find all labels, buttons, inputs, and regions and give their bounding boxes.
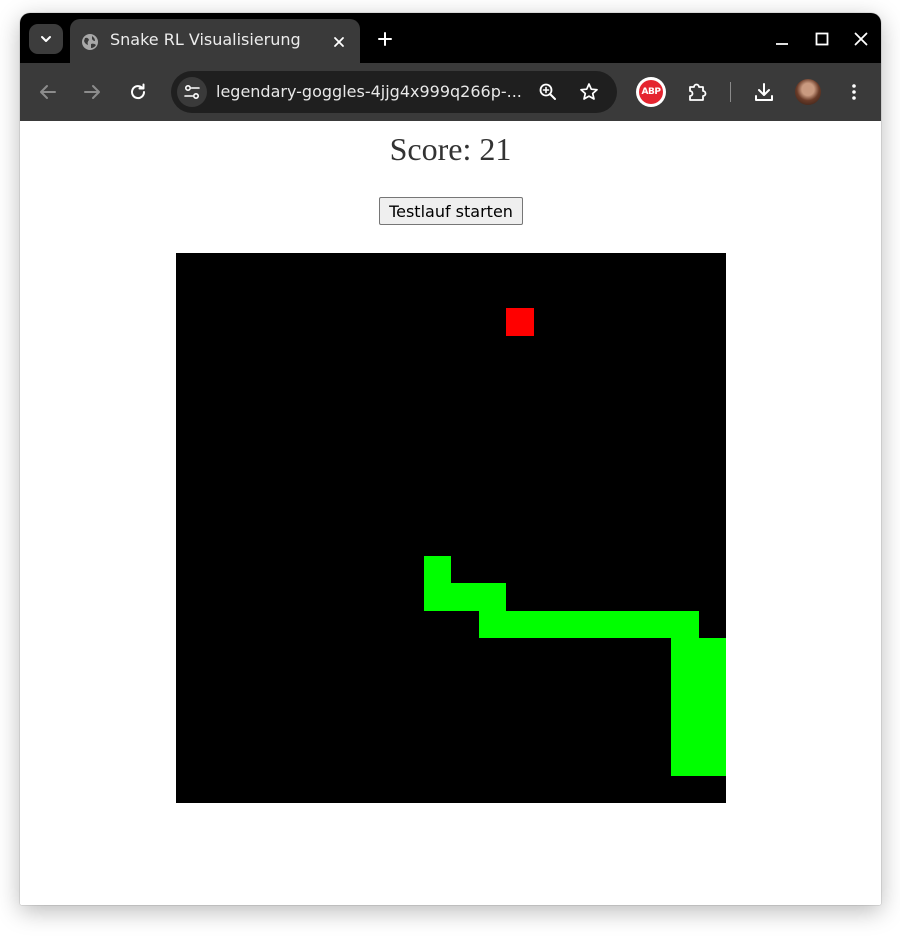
- arrow-right-icon: [84, 85, 100, 99]
- download-icon: [755, 83, 773, 101]
- snake-segment: [671, 720, 699, 748]
- site-info-button[interactable]: [177, 77, 207, 107]
- snake-segment: [506, 610, 534, 638]
- snake-segment: [698, 638, 726, 666]
- profile-avatar[interactable]: [795, 79, 821, 105]
- new-tab-button[interactable]: [372, 26, 398, 52]
- page-content: Score: 21 Testlauf starten: [20, 121, 881, 905]
- title-bar: Snake RL Visualisierung: [20, 13, 881, 63]
- food-item: [506, 308, 534, 336]
- snake-segment: [643, 610, 671, 638]
- snake-segment: [671, 665, 699, 693]
- minimize-icon: [776, 43, 788, 45]
- snake-segment: [588, 610, 616, 638]
- reload-icon: [131, 83, 146, 100]
- more-vertical-icon: [852, 84, 856, 100]
- minimize-button[interactable]: [769, 26, 795, 52]
- globe-icon: [82, 34, 98, 50]
- zoom-in-icon: [539, 83, 556, 100]
- url-text: legendary-goggles-4jjg4x999q266p-...: [216, 82, 522, 101]
- snake-segment: [671, 748, 699, 776]
- tab-title: Snake RL Visualisierung: [110, 30, 301, 49]
- address-bar[interactable]: legendary-goggles-4jjg4x999q266p-...: [171, 71, 617, 113]
- browser-toolbar: legendary-goggles-4jjg4x999q266p-... ABP: [20, 63, 881, 121]
- extensions-button[interactable]: [683, 78, 711, 106]
- close-window-button[interactable]: [848, 26, 874, 52]
- maximize-icon: [815, 32, 829, 46]
- maximize-button[interactable]: [809, 26, 835, 52]
- snake-segment: [671, 693, 699, 721]
- snake-segment: [533, 610, 561, 638]
- toolbar-separator: [730, 82, 731, 102]
- browser-tab[interactable]: Snake RL Visualisierung: [70, 19, 360, 63]
- tab-close-button[interactable]: [328, 31, 350, 53]
- tab-search-button[interactable]: [29, 24, 63, 54]
- adblock-icon: ABP: [639, 80, 663, 104]
- score-heading: Score: 21: [389, 131, 512, 167]
- adblock-label: ABP: [641, 87, 661, 97]
- close-icon: [334, 37, 344, 47]
- snake-segment: [478, 583, 506, 611]
- snake-segment: [698, 665, 726, 693]
- snake-segment: [423, 555, 451, 583]
- puzzle-icon: [689, 83, 707, 101]
- snake-segment: [671, 638, 699, 666]
- browser-window: Snake RL Visualisierung legendary-goggle…: [20, 13, 881, 905]
- snake-segment: [698, 748, 726, 776]
- snake-segment: [451, 583, 479, 611]
- bookmark-button[interactable]: [576, 79, 602, 105]
- plus-icon: [378, 32, 392, 46]
- reload-button[interactable]: [124, 78, 152, 106]
- snake-segment: [698, 720, 726, 748]
- adblock-extension-button[interactable]: ABP: [636, 77, 666, 107]
- chevron-down-icon: [41, 36, 51, 42]
- snake-segment: [478, 610, 506, 638]
- forward-button[interactable]: [78, 78, 106, 106]
- snake-segment: [698, 693, 726, 721]
- start-test-run-button[interactable]: Testlauf starten: [379, 197, 523, 225]
- back-button[interactable]: [34, 78, 62, 106]
- game-board: [176, 253, 726, 803]
- snake-segment: [423, 583, 451, 611]
- zoom-button[interactable]: [535, 79, 561, 105]
- arrow-left-icon: [40, 85, 56, 99]
- tune-icon: [184, 84, 200, 100]
- snake-segment: [561, 610, 589, 638]
- snake-segment: [671, 610, 699, 638]
- downloads-button[interactable]: [750, 78, 778, 106]
- close-icon: [854, 32, 868, 46]
- star-icon: [580, 83, 598, 100]
- snake-segment: [616, 610, 644, 638]
- browser-menu-button[interactable]: [840, 78, 868, 106]
